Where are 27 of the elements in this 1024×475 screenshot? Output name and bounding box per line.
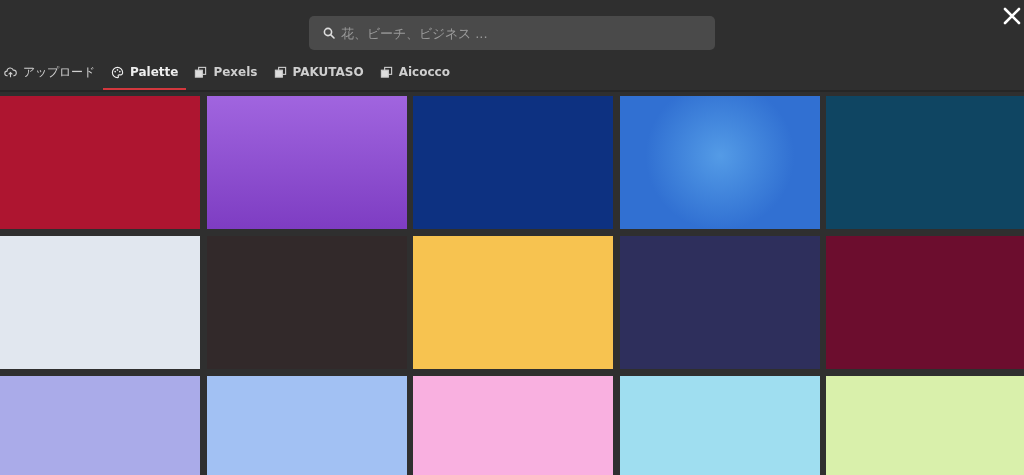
stacked-pages-icon — [379, 65, 393, 79]
stacked-pages-icon — [273, 65, 287, 79]
color-swatch[interactable] — [413, 96, 613, 229]
cloud-upload-icon — [4, 65, 17, 79]
color-swatch[interactable] — [413, 376, 613, 475]
close-icon[interactable] — [1003, 7, 1021, 25]
tab[interactable]: Palette — [103, 56, 187, 90]
color-swatch[interactable] — [0, 96, 200, 229]
tab[interactable]: Aicocco — [371, 56, 458, 90]
color-swatch[interactable] — [619, 236, 820, 369]
color-swatch[interactable] — [619, 376, 820, 475]
search-field[interactable]: 花、ビーチ、ビジネス ... — [309, 16, 715, 50]
palette-icon — [111, 65, 124, 79]
color-swatch[interactable] — [826, 376, 1024, 475]
color-swatch[interactable] — [826, 96, 1024, 229]
tab[interactable]: PAKUTASO — [265, 56, 372, 90]
tab[interactable]: Pexels — [186, 56, 266, 90]
color-swatch[interactable] — [206, 376, 407, 475]
color-swatch[interactable] — [206, 96, 407, 229]
stacked-pages-icon — [194, 65, 208, 79]
color-swatch[interactable] — [0, 236, 200, 369]
color-swatch[interactable] — [826, 236, 1024, 369]
tab[interactable]: アップロード — [0, 56, 103, 90]
color-swatch[interactable] — [0, 376, 200, 475]
color-swatch[interactable] — [619, 96, 820, 229]
search-icon — [323, 27, 335, 39]
color-swatch[interactable] — [413, 236, 613, 369]
